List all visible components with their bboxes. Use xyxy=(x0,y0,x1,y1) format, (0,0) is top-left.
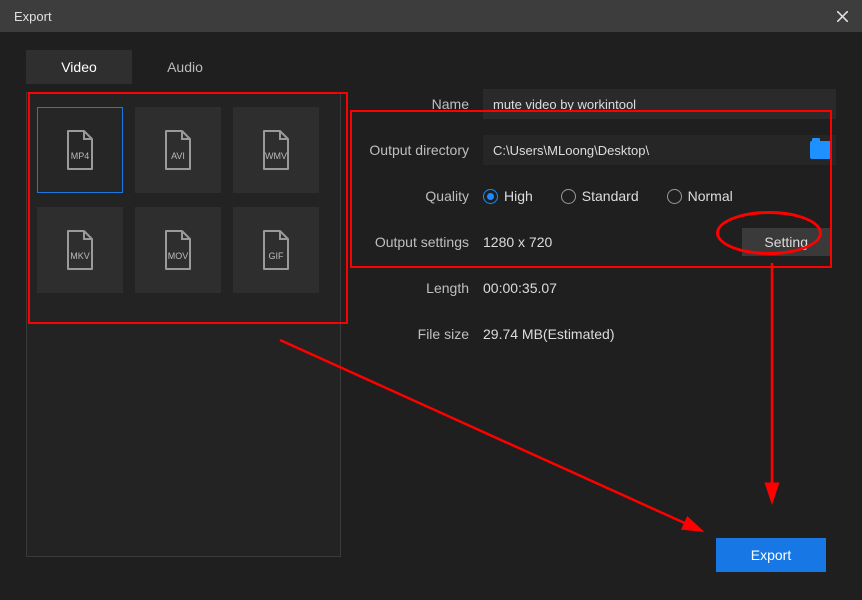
format-item-wmv[interactable]: WMV xyxy=(233,107,319,193)
radio-icon xyxy=(561,189,576,204)
svg-text:WMV: WMV xyxy=(265,151,287,161)
setting-button[interactable]: Setting xyxy=(742,228,830,256)
tab-video[interactable]: Video xyxy=(26,50,132,84)
quality-radio-high[interactable]: High xyxy=(483,188,533,204)
file-icon: MOV xyxy=(158,227,198,273)
svg-text:GIF: GIF xyxy=(269,251,285,261)
svg-text:MKV: MKV xyxy=(70,251,90,261)
output-settings-value: 1280 x 720 xyxy=(483,234,552,250)
export-button[interactable]: Export xyxy=(716,538,826,572)
close-icon xyxy=(837,11,848,22)
format-item-mp4[interactable]: MP4 xyxy=(37,107,123,193)
filesize-value: 29.74 MB(Estimated) xyxy=(483,326,836,342)
quality-radio-standard[interactable]: Standard xyxy=(561,188,639,204)
svg-text:MOV: MOV xyxy=(168,251,189,261)
filesize-label: File size xyxy=(358,326,483,342)
file-icon: WMV xyxy=(256,127,296,173)
quality-label: Quality xyxy=(358,188,483,204)
format-item-gif[interactable]: GIF xyxy=(233,207,319,293)
close-button[interactable] xyxy=(832,6,852,26)
output-dir-value: C:\Users\MLoong\Desktop\ xyxy=(493,143,810,158)
radio-icon xyxy=(667,189,682,204)
format-item-avi[interactable]: AVI xyxy=(135,107,221,193)
quality-radio-normal[interactable]: Normal xyxy=(667,188,733,204)
file-icon: MKV xyxy=(60,227,100,273)
svg-text:AVI: AVI xyxy=(171,151,185,161)
name-label: Name xyxy=(358,96,483,112)
radio-icon xyxy=(483,189,498,204)
window-title: Export xyxy=(14,9,52,24)
content-area: Video Audio MP4 AVI WMV MKV MOV GIF Name Outp… xyxy=(0,32,862,600)
format-item-mkv[interactable]: MKV xyxy=(37,207,123,293)
file-icon: GIF xyxy=(256,227,296,273)
output-dir-field[interactable]: C:\Users\MLoong\Desktop\ xyxy=(483,135,836,165)
format-panel: MP4 AVI WMV MKV MOV GIF xyxy=(26,92,341,557)
file-icon: MP4 xyxy=(60,127,100,173)
svg-text:MP4: MP4 xyxy=(71,151,90,161)
length-label: Length xyxy=(358,280,483,296)
titlebar: Export xyxy=(0,0,862,32)
folder-icon[interactable] xyxy=(810,141,832,159)
format-tabs: Video Audio xyxy=(26,50,836,84)
output-dir-label: Output directory xyxy=(358,142,483,158)
name-input[interactable] xyxy=(483,89,836,119)
format-item-mov[interactable]: MOV xyxy=(135,207,221,293)
tab-audio[interactable]: Audio xyxy=(132,50,238,84)
file-icon: AVI xyxy=(158,127,198,173)
length-value: 00:00:35.07 xyxy=(483,280,836,296)
output-settings-label: Output settings xyxy=(358,234,483,250)
settings-panel: Name Output directory C:\Users\MLoong\De… xyxy=(346,84,836,557)
